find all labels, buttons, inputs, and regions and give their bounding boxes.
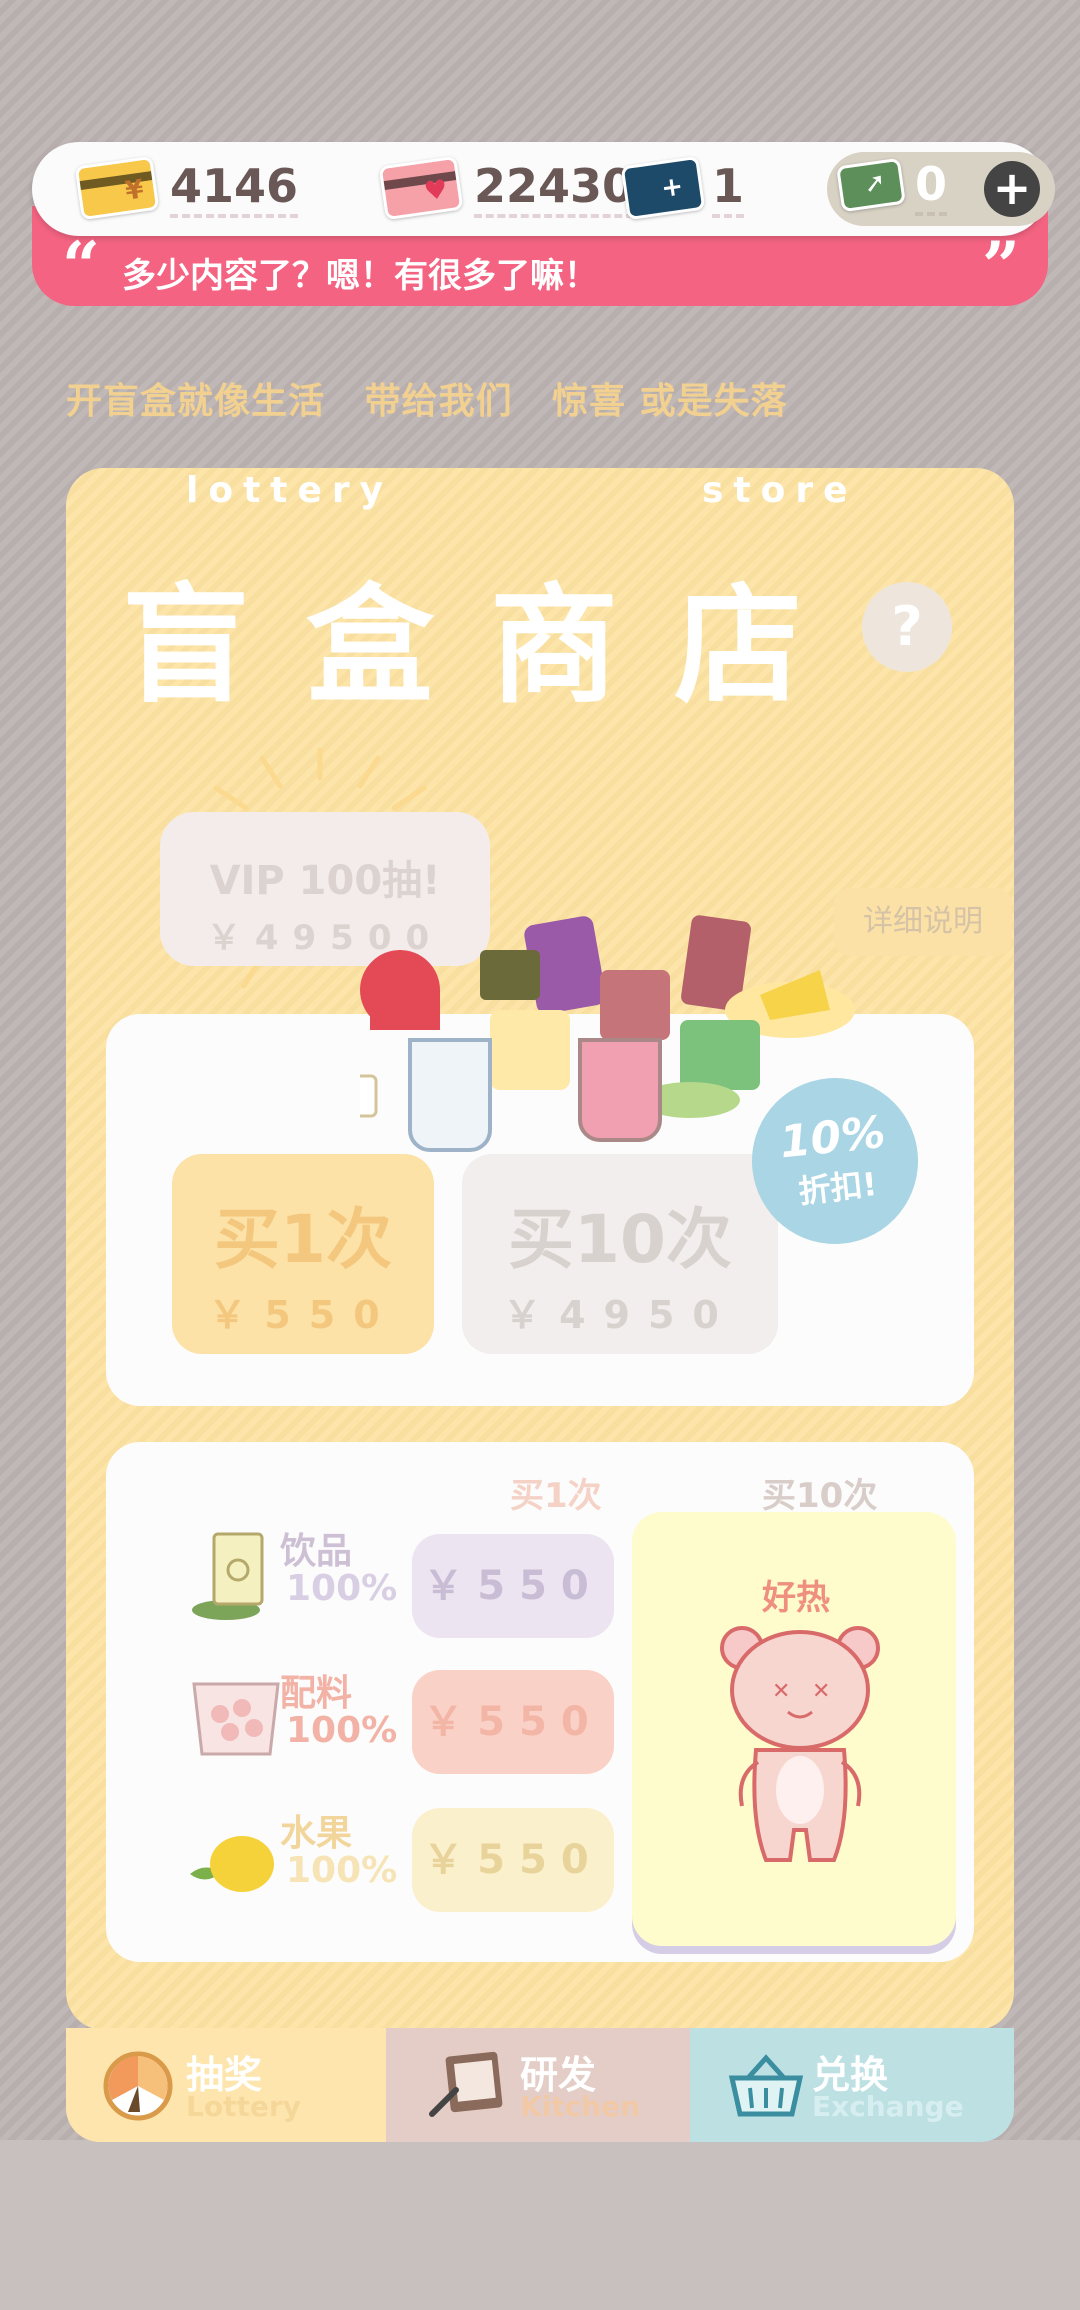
ticket-card-icon: + [620, 155, 706, 221]
category-name-fruit: 水果 [280, 1813, 353, 1854]
category-pct-topping: 100% [286, 1710, 398, 1751]
close-quote-icon: ” [982, 227, 1020, 305]
bear-mascot-icon: ✕ ✕ [720, 1626, 880, 1862]
store-title: 盲盒商店 [122, 572, 859, 721]
topping-cup-icon [192, 1682, 280, 1756]
category-name-topping: 配料 [280, 1673, 353, 1714]
coin-counter: ¥ 4146 [74, 155, 299, 221]
drink-buy-once-button[interactable]: ￥550 [412, 1534, 614, 1638]
tab-lottery-sublabel: Lottery [186, 2090, 301, 2123]
vip-title: VIP 100抽! [209, 858, 441, 904]
coin-card-icon: ¥ [74, 155, 160, 221]
recipe-notebook-icon [429, 2051, 503, 2117]
help-button[interactable]: ? [862, 582, 952, 672]
buy-once-label: 买1次 [214, 1201, 392, 1278]
marquee-text: 多少内容了？嗯！有很多了嘛！ [122, 256, 598, 296]
buy-ten-label: 买10次 [508, 1201, 732, 1278]
lottery-wheel-icon [103, 2051, 173, 2121]
buy-once-price: ￥550 [208, 1293, 398, 1337]
column-header-once: 买1次 [510, 1476, 602, 1516]
ticket-counter: + 1 [620, 155, 745, 221]
svg-text:✕: ✕ [772, 1679, 790, 1704]
add-currency-button[interactable]: + [984, 161, 1040, 217]
tab-kitchen-sublabel: Kitchen [520, 2090, 641, 2123]
buy-ten-button[interactable]: 买10次 ￥4950 [462, 1154, 778, 1354]
topping-buy-once-button[interactable]: ￥550 [412, 1670, 614, 1774]
ticket-value: 1 [712, 158, 745, 218]
slogan-part-3: 惊喜 或是失落 [552, 381, 788, 422]
store-subtitle-store: store [702, 470, 858, 511]
svg-text:✕: ✕ [812, 1679, 830, 1704]
background-floor [0, 2140, 1080, 2310]
currency-bar: ¥ 4146 ♥ 22430 + 1 ➚ 0 + [32, 142, 1055, 236]
heart-card-icon: ♥ [378, 155, 464, 221]
basket-icon [728, 2054, 804, 2117]
store-subtitle-lottery: lottery [186, 470, 394, 511]
buy-ten-price: ￥4950 [503, 1293, 737, 1337]
tab-kitchen[interactable]: 研发 Kitchen [386, 2028, 690, 2142]
lemon-icon [190, 1836, 274, 1892]
slogan-part-1: 开盲盒就像生活 [66, 381, 326, 422]
wallet-value: 0 [915, 156, 948, 216]
category-pct-drink: 100% [286, 1568, 398, 1609]
cash-icon: ➚ [836, 157, 906, 213]
tab-exchange[interactable]: 兑换 Exchange [690, 2028, 1014, 2142]
category-pct-fruit: 100% [286, 1850, 398, 1891]
heart-value: 22430 [474, 158, 635, 218]
buy-once-button[interactable]: 买1次 ￥550 [172, 1154, 434, 1354]
coin-value: 4146 [170, 158, 299, 218]
slogan-part-2: 带给我们 [364, 381, 513, 422]
column-header-ten: 买10次 [762, 1476, 878, 1516]
heart-counter: ♥ 22430 [378, 155, 635, 221]
open-quote-icon: “ [62, 227, 100, 305]
tab-lottery[interactable]: 抽奖 Lottery [66, 2028, 386, 2142]
fruit-buy-once-button[interactable]: ￥550 [412, 1808, 614, 1912]
tab-exchange-sublabel: Exchange [812, 2090, 964, 2123]
drink-package-icon [192, 1532, 264, 1620]
category-name-drink: 饮品 [280, 1531, 353, 1572]
slogan: 开盲盒就像生活 带给我们 惊喜 或是失落 [66, 372, 814, 424]
